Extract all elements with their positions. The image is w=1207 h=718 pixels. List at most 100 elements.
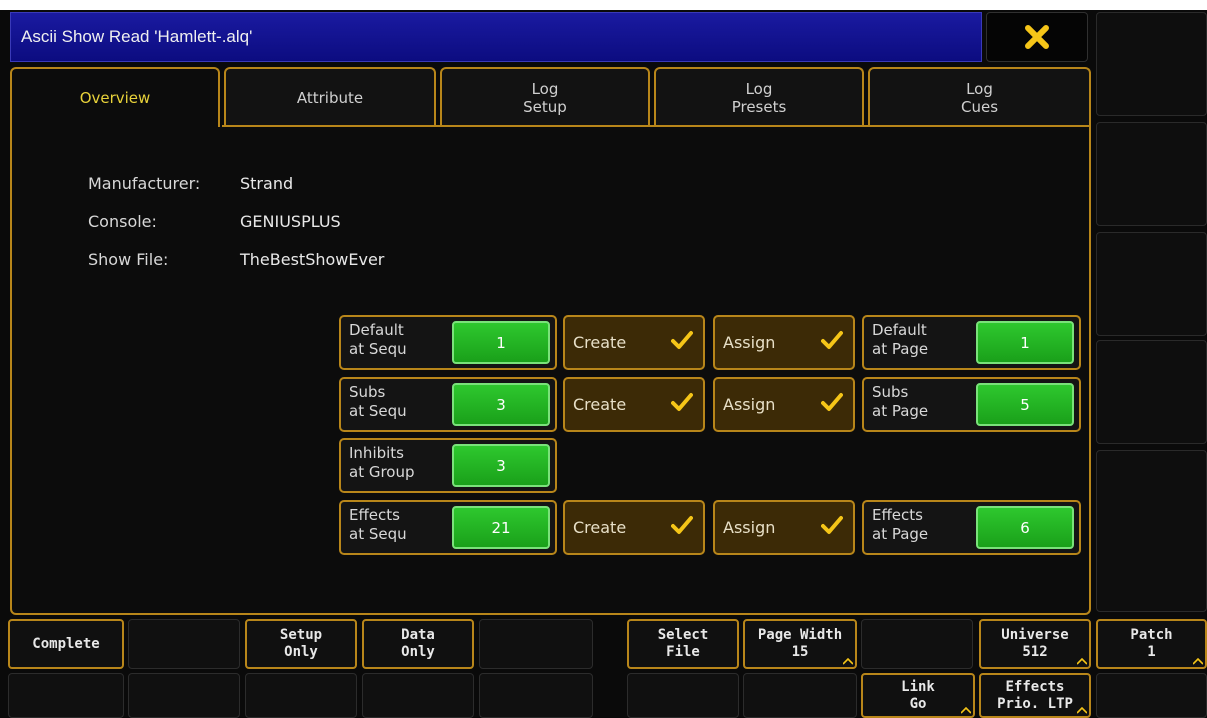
tab-label-line1: Log [745, 80, 773, 98]
effects-page-value[interactable]: 6 [976, 506, 1074, 549]
toggle-label: Assign [723, 395, 776, 414]
showfile-value: TheBestShowEver [240, 250, 385, 269]
empty-button-5[interactable] [128, 673, 240, 718]
check-icon [671, 331, 693, 349]
default-page-value[interactable]: 1 [976, 321, 1074, 364]
default-create-toggle[interactable]: Create [563, 315, 705, 370]
subs-create-toggle[interactable]: Create [563, 377, 705, 432]
tab-overview[interactable]: Overview [10, 67, 220, 127]
tab-attribute[interactable]: Attribute [224, 67, 436, 127]
cell-label-line1: Default [872, 321, 927, 339]
check-icon [671, 393, 693, 411]
subs-at-page: Subs at Page 5 [862, 377, 1081, 432]
button-label-line1: Page Width [757, 627, 843, 643]
toggle-label: Assign [723, 333, 776, 352]
tab-label-line2: Setup [523, 98, 567, 116]
toggle-label: Create [573, 333, 627, 352]
empty-button-1[interactable] [128, 619, 240, 669]
manufacturer-value: Strand [240, 174, 294, 193]
close-button[interactable] [986, 12, 1088, 62]
check-icon [671, 516, 693, 534]
effects-at-page: Effects at Page 6 [862, 500, 1081, 555]
tab-label: Overview [79, 89, 151, 107]
cell-label-line2: at Page [872, 340, 929, 358]
effects-sequ-value[interactable]: 21 [452, 506, 550, 549]
empty-button-2[interactable] [479, 619, 593, 669]
cell-label-line2: at Sequ [349, 402, 407, 420]
subs-sequ-value[interactable]: 3 [452, 383, 550, 426]
empty-button-10[interactable] [743, 673, 857, 718]
select-file-button[interactable]: Select File [627, 619, 739, 669]
button-label-line2: Go [909, 695, 927, 712]
empty-button-11[interactable] [1096, 673, 1207, 718]
window-title: Ascii Show Read 'Hamlett-.alq' [10, 12, 982, 62]
cell-label-line2: at Sequ [349, 340, 407, 358]
data-only-button[interactable]: Data Only [362, 619, 474, 669]
button-label-line1: Universe [1001, 627, 1069, 643]
empty-button-8[interactable] [479, 673, 593, 718]
console-value: GENIUSPLUS [240, 212, 341, 231]
tab-label-line2: Presets [731, 98, 787, 116]
effects-prio-button[interactable]: Effects Prio. LTP [979, 673, 1091, 718]
button-label-line2: File [666, 644, 700, 660]
side-button-1[interactable] [1096, 12, 1207, 116]
empty-button-7[interactable] [362, 673, 474, 718]
effects-at-sequ: Effects at Sequ 21 [339, 500, 557, 555]
button-label: Complete [32, 635, 100, 652]
tab-log-presets[interactable]: Log Presets [654, 67, 864, 127]
check-icon [821, 331, 843, 349]
tab-label-line1: Log [531, 80, 559, 98]
toggle-label: Create [573, 395, 627, 414]
empty-button-4[interactable] [8, 673, 124, 718]
universe-button[interactable]: Universe 512 [979, 619, 1091, 669]
button-label-line1: Link [901, 678, 935, 695]
cell-label-line1: Default [349, 321, 404, 339]
empty-button-9[interactable] [627, 673, 739, 718]
side-button-2[interactable] [1096, 122, 1207, 226]
subs-page-value[interactable]: 5 [976, 383, 1074, 426]
corner-arrow-icon [1077, 707, 1087, 714]
setup-only-button[interactable]: Setup Only [245, 619, 357, 669]
button-label-line2: Only [401, 644, 435, 660]
default-at-page: Default at Page 1 [862, 315, 1081, 370]
complete-button[interactable]: Complete [8, 619, 124, 669]
corner-arrow-icon [1077, 658, 1087, 665]
cell-label-line1: Effects [349, 506, 400, 524]
link-go-button[interactable]: Link Go [861, 673, 975, 718]
button-label-line1: Select [657, 627, 709, 643]
button-label-line2: 1 [1147, 644, 1156, 660]
manufacturer-label: Manufacturer: [88, 174, 201, 193]
default-at-sequ: Default at Sequ 1 [339, 315, 557, 370]
effects-assign-toggle[interactable]: Assign [713, 500, 855, 555]
button-label-line2: 512 [1022, 644, 1048, 660]
corner-arrow-icon [843, 658, 853, 665]
default-sequ-value[interactable]: 1 [452, 321, 550, 364]
tab-log-setup[interactable]: Log Setup [440, 67, 650, 127]
subs-assign-toggle[interactable]: Assign [713, 377, 855, 432]
tab-underline [222, 125, 1091, 127]
tab-label: Attribute [296, 89, 364, 107]
empty-button-6[interactable] [245, 673, 357, 718]
effects-create-toggle[interactable]: Create [563, 500, 705, 555]
tab-label-line2: Cues [960, 98, 999, 116]
patch-button[interactable]: Patch 1 [1096, 619, 1207, 669]
button-label-line1: Data [401, 627, 435, 643]
page-width-button[interactable]: Page Width 15 [743, 619, 857, 669]
side-button-4[interactable] [1096, 340, 1207, 444]
check-icon [821, 393, 843, 411]
empty-button-3[interactable] [861, 619, 973, 669]
button-label-line1: Patch [1130, 627, 1173, 643]
cell-label-line1: Effects [872, 506, 923, 524]
side-button-3[interactable] [1096, 232, 1207, 336]
default-assign-toggle[interactable]: Assign [713, 315, 855, 370]
inhibits-group-value[interactable]: 3 [452, 444, 550, 487]
tab-label-line1: Log [966, 80, 993, 98]
side-button-5[interactable] [1096, 450, 1207, 612]
corner-arrow-icon [961, 707, 971, 714]
close-icon [1025, 25, 1049, 49]
tab-log-cues[interactable]: Log Cues [868, 67, 1091, 127]
showfile-label: Show File: [88, 250, 169, 269]
cell-label-line2: at Group [349, 463, 415, 481]
button-label-line1: Effects [1005, 678, 1065, 695]
console-label: Console: [88, 212, 157, 231]
